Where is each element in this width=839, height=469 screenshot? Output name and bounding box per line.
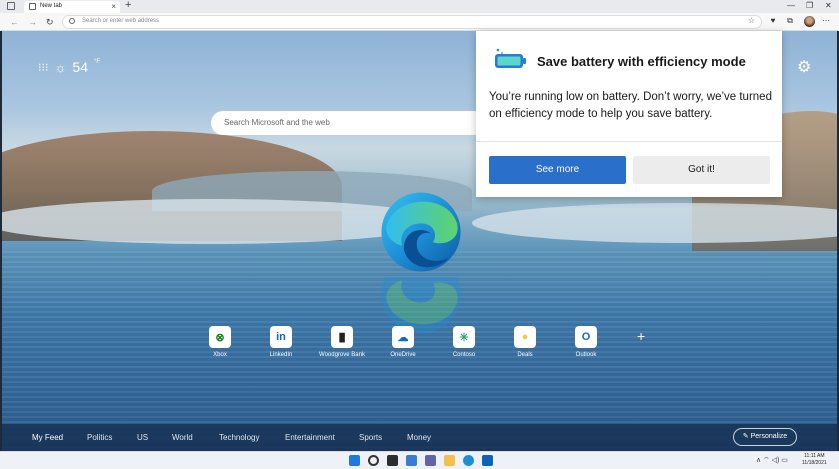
browser-toolbar: ← → ↻ Search or enter web address ☆ ♥ ⧉ … xyxy=(0,13,839,31)
see-more-button[interactable]: See more xyxy=(489,156,626,184)
popup-title: Save battery with efficiency mode xyxy=(537,54,746,69)
feed-tab-money[interactable]: Money xyxy=(407,433,431,442)
onedrive-icon: ☁ xyxy=(392,326,414,348)
file-explorer-icon[interactable] xyxy=(444,455,455,466)
personalize-button[interactable]: ✎ Personalize xyxy=(733,428,797,446)
quick-link-linkedin[interactable]: in LinkedIn xyxy=(258,326,304,358)
address-placeholder: Search or enter web address xyxy=(82,18,160,24)
add-quick-link-button[interactable]: + xyxy=(637,328,645,344)
search-icon xyxy=(69,18,75,24)
clock[interactable]: 11:11 AM 11/18/2021 xyxy=(802,453,827,467)
tab-close-icon[interactable]: × xyxy=(111,1,116,12)
linkedin-icon: in xyxy=(270,326,292,348)
favorite-star-icon[interactable]: ☆ xyxy=(748,16,755,25)
gear-icon[interactable]: ⚙ xyxy=(797,57,811,77)
quick-link-label: Xbox xyxy=(213,352,227,358)
temperature-unit: °F xyxy=(94,59,101,65)
widgets-icon[interactable] xyxy=(406,455,417,466)
quick-link-outlook[interactable]: O Outlook xyxy=(563,326,609,358)
search-placeholder: Search Microsoft and the web xyxy=(224,118,330,127)
battery-icon xyxy=(495,48,526,68)
address-bar[interactable]: Search or enter web address ☆ xyxy=(62,15,762,29)
apps-grid-icon[interactable]: ⁝⁝⁝ xyxy=(38,61,49,74)
quick-link-xbox[interactable]: ⊗ Xbox xyxy=(197,326,243,358)
quick-link-label: OneDrive xyxy=(390,352,416,358)
feed-tab-us[interactable]: US xyxy=(137,433,148,442)
quick-link-contoso[interactable]: ✳ Contoso xyxy=(441,326,487,358)
feed-tab-technology[interactable]: Technology xyxy=(219,433,259,442)
new-tab-button[interactable]: + xyxy=(125,0,131,11)
tab-new-tab[interactable]: New tab × xyxy=(24,1,120,13)
back-icon[interactable]: ← xyxy=(10,15,19,29)
task-view-icon[interactable] xyxy=(387,455,398,466)
weather-widget[interactable]: ⁝⁝⁝ ☼ 54 °F xyxy=(38,59,100,75)
search-input[interactable]: Search Microsoft and the web xyxy=(211,111,491,135)
edge-logo-icon xyxy=(381,192,461,272)
clock-time: 11:11 AM xyxy=(804,453,825,459)
news-feed-bar: My Feed Politics US World Technology Ent… xyxy=(2,424,837,451)
profile-avatar[interactable] xyxy=(804,16,815,27)
feed-tab-entertainment[interactable]: Entertainment xyxy=(285,433,335,442)
tab-actions-icon[interactable] xyxy=(7,2,15,10)
quick-link-label: LinkedIn xyxy=(269,352,293,358)
edge-taskbar-icon[interactable] xyxy=(463,455,474,466)
contoso-icon: ✳ xyxy=(453,326,475,348)
collections-icon[interactable]: ⧉ xyxy=(785,16,795,26)
store-icon[interactable] xyxy=(482,455,493,466)
deals-icon: ● xyxy=(514,326,536,348)
minimize-button[interactable]: — xyxy=(787,0,795,12)
system-tray[interactable]: ∧ ⌔ ◁) ▭ xyxy=(756,456,788,465)
quick-links: ⊗ Xbox in LinkedIn ▐▌ Woodgrove Bank ☁ O… xyxy=(197,326,697,366)
chat-icon[interactable] xyxy=(425,455,436,466)
popup-divider xyxy=(476,141,782,142)
popup-body: You’re running low on battery. Don’t wor… xyxy=(489,91,772,120)
quick-link-label: Contoso xyxy=(452,352,476,358)
quick-link-deals[interactable]: ● Deals xyxy=(502,326,548,358)
sun-icon: ☼ xyxy=(54,59,67,75)
quick-link-label: Outlook xyxy=(575,352,597,358)
maximize-button[interactable]: ❐ xyxy=(806,0,813,12)
feed-tab-sports[interactable]: Sports xyxy=(359,433,382,442)
tab-title: New tab xyxy=(40,3,63,9)
more-menu-icon[interactable]: ⋯ xyxy=(821,16,831,26)
got-it-button[interactable]: Got it! xyxy=(633,156,770,184)
page-icon xyxy=(29,3,36,10)
background-shore xyxy=(472,203,837,243)
quick-link-onedrive[interactable]: ☁ OneDrive xyxy=(380,326,426,358)
refresh-icon[interactable]: ↻ xyxy=(46,15,54,29)
background-shore xyxy=(2,199,442,244)
outlook-icon: O xyxy=(575,326,597,348)
temperature: 54 xyxy=(72,59,88,75)
taskbar: ∧ ⌔ ◁) ▭ 11:11 AM 11/18/2021 xyxy=(0,451,839,469)
feed-tab-my-feed[interactable]: My Feed xyxy=(32,433,63,442)
quick-link-woodgrove-bank[interactable]: ▐▌ Woodgrove Bank xyxy=(312,326,372,358)
close-window-button[interactable]: ✕ xyxy=(825,0,832,12)
tab-strip: New tab × + — ❐ ✕ xyxy=(0,0,839,13)
woodgrove-bank-icon: ▐▌ xyxy=(331,326,353,348)
xbox-icon: ⊗ xyxy=(209,326,231,348)
quick-link-label: Woodgrove Bank xyxy=(319,352,365,358)
efficiency-heart-icon[interactable]: ♥ xyxy=(768,16,778,26)
feed-tab-world[interactable]: World xyxy=(172,433,193,442)
search-icon[interactable] xyxy=(368,455,379,466)
efficiency-mode-popup: Save battery with efficiency mode You’re… xyxy=(476,31,782,197)
start-icon[interactable] xyxy=(349,455,360,466)
feed-tab-politics[interactable]: Politics xyxy=(87,433,112,442)
clock-date: 11/18/2021 xyxy=(802,460,827,466)
forward-icon[interactable]: → xyxy=(28,15,37,29)
quick-link-label: Deals xyxy=(517,352,533,358)
